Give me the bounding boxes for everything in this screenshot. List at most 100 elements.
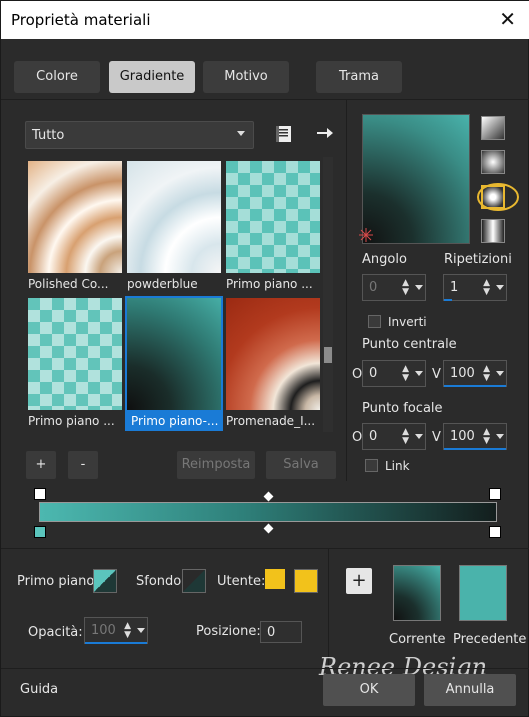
foreground-swatch[interactable] <box>93 569 117 593</box>
gradient-thumb[interactable]: Primo piano ... <box>28 298 122 428</box>
background-swatch[interactable] <box>182 569 206 593</box>
link-checkbox[interactable] <box>365 459 378 472</box>
foreground-label: Primo piano: <box>17 574 99 589</box>
spin-icon[interactable]: ▲ ▼ <box>483 365 490 383</box>
chevron-down-icon[interactable] <box>496 434 504 439</box>
selection-highlight-ring <box>477 183 519 211</box>
center-v-value: 100 <box>450 366 475 381</box>
focal-point-label: Punto focale <box>362 401 443 416</box>
separator <box>1 668 529 669</box>
center-o-field[interactable]: 0 ▲ ▼ <box>362 360 426 387</box>
save-button[interactable]: Salva <box>266 451 336 479</box>
previous-swatch[interactable] <box>459 565 507 621</box>
color-stop-bottom-left[interactable] <box>34 526 46 538</box>
user-swatch-1[interactable] <box>265 569 285 589</box>
cancel-button[interactable]: Annulla <box>424 674 516 706</box>
reset-button[interactable]: Reimposta <box>177 451 255 479</box>
gradient-thumb[interactable]: Promenade_I... <box>226 298 320 428</box>
center-o-value: 0 <box>369 366 378 381</box>
thumb-image <box>127 298 221 410</box>
scrollbar-thumb[interactable] <box>324 347 332 363</box>
close-icon[interactable]: ✕ <box>499 7 516 31</box>
add-swatch-button[interactable]: + <box>346 568 372 594</box>
value-bar <box>85 642 147 644</box>
spin-icon[interactable]: ▲ ▼ <box>402 365 409 383</box>
linear-style-icon[interactable] <box>481 116 505 140</box>
spin-icon[interactable]: ▲ ▼ <box>402 428 409 446</box>
focal-v-label: V <box>432 430 441 445</box>
chevron-down-icon[interactable] <box>137 628 145 633</box>
rectangular-style-icon[interactable] <box>481 150 505 174</box>
gradient-thumb[interactable]: Polished Co... <box>28 161 122 291</box>
opacity-field[interactable]: 100 ▲ ▼ <box>84 617 148 644</box>
thumb-image <box>226 298 320 410</box>
color-stop-top-right[interactable] <box>489 488 501 500</box>
separator <box>1 548 529 549</box>
gradient-thumb[interactable]: powderblue <box>127 161 221 291</box>
color-stop-bottom-right[interactable] <box>489 526 501 538</box>
radial-style-icon[interactable] <box>481 219 505 243</box>
separator <box>328 548 329 668</box>
spin-icon[interactable]: ▲ ▼ <box>483 279 490 297</box>
gradient-thumb-selected[interactable]: Primo piano-... <box>125 296 223 431</box>
focal-o-label: O <box>352 430 363 445</box>
position-field[interactable]: 0 <box>260 621 302 643</box>
invert-checkbox[interactable] <box>368 315 381 328</box>
gradient-bar[interactable] <box>39 502 497 522</box>
chevron-down-icon[interactable] <box>496 371 504 376</box>
chevron-down-icon[interactable] <box>415 371 423 376</box>
midpoint-marker-top[interactable] <box>263 491 274 502</box>
center-o-label: O <box>352 367 363 382</box>
chevron-down-icon[interactable] <box>496 285 504 290</box>
material-properties-window: Proprietà materiali ✕ Colore Gradiente M… <box>0 0 529 717</box>
remove-stop-button[interactable]: - <box>68 451 98 479</box>
focal-o-field[interactable]: 0 ▲ ▼ <box>362 423 426 450</box>
gradient-thumb[interactable]: Primo piano ... <box>226 161 320 291</box>
window-title: Proprietà materiali <box>11 11 151 29</box>
chevron-down-icon <box>237 131 245 136</box>
gradient-preview[interactable] <box>362 114 470 244</box>
position-value: 0 <box>267 625 276 640</box>
category-dropdown[interactable]: Tutto <box>25 121 254 149</box>
midpoint-marker-bottom[interactable] <box>263 523 274 534</box>
value-bar <box>444 448 506 450</box>
ok-button[interactable]: OK <box>323 674 415 706</box>
focal-v-value: 100 <box>450 429 475 444</box>
spin-icon[interactable]: ▲ ▼ <box>124 622 131 640</box>
spin-icon[interactable]: ▲ ▼ <box>483 428 490 446</box>
thumb-label: Primo piano ... <box>226 277 313 291</box>
chevron-down-icon[interactable] <box>415 285 423 290</box>
thumbnail-scrollbar[interactable] <box>323 157 333 432</box>
user-swatch-2[interactable] <box>294 569 318 593</box>
thumb-label: Polished Co... <box>28 277 109 291</box>
focal-v-field[interactable]: 100 ▲ ▼ <box>443 423 507 450</box>
spin-icon[interactable]: ▲ ▼ <box>402 279 409 297</box>
chevron-down-icon[interactable] <box>415 434 423 439</box>
angle-label: Angolo <box>362 252 407 267</box>
separator <box>346 99 347 481</box>
add-stop-button[interactable]: + <box>26 451 56 479</box>
help-link[interactable]: Guida <box>20 682 58 697</box>
tab-colore[interactable]: Colore <box>14 61 100 93</box>
position-label: Posizione: <box>196 624 261 639</box>
tab-trama[interactable]: Trama <box>316 61 402 93</box>
center-v-field[interactable]: 100 ▲ ▼ <box>443 360 507 387</box>
arrow-right-icon[interactable] <box>313 122 335 144</box>
focal-o-value: 0 <box>369 429 378 444</box>
background-label: Sfondo: <box>136 574 186 589</box>
thumb-label: Promenade_I... <box>226 414 316 428</box>
current-swatch[interactable] <box>393 565 441 621</box>
previous-label: Precedente <box>453 632 527 647</box>
tab-motivo[interactable]: Motivo <box>203 61 289 93</box>
opacity-value: 100 <box>91 623 116 638</box>
title-bar: Proprietà materiali ✕ <box>1 1 529 39</box>
color-stop-top-left[interactable] <box>34 488 46 500</box>
thumb-image <box>127 161 221 273</box>
library-icon[interactable] <box>273 123 295 145</box>
angle-field[interactable]: 0 ▲ ▼ <box>362 274 426 301</box>
tab-gradiente[interactable]: Gradiente <box>109 61 195 93</box>
opacity-label: Opacità: <box>28 625 83 640</box>
repeats-field[interactable]: 1 ▲ ▼ <box>443 274 507 301</box>
focal-point-marker-icon[interactable] <box>359 228 373 242</box>
value-bar <box>444 299 452 301</box>
